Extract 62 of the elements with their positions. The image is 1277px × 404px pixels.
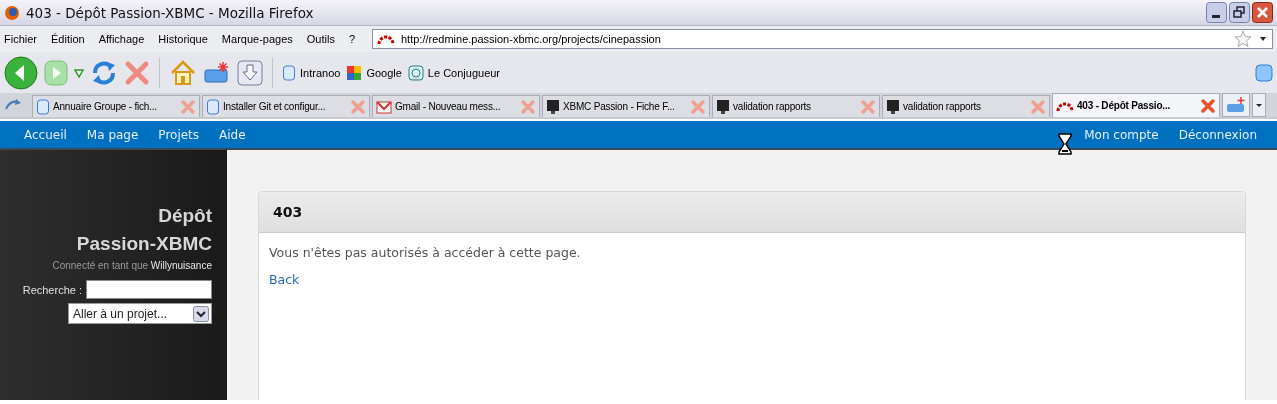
browser-tab[interactable]: 403 - Dépôt Passio... <box>1052 93 1220 117</box>
menu-item[interactable]: Affichage <box>98 33 145 45</box>
caret-icon[interactable] <box>74 67 84 78</box>
home-icon[interactable] <box>169 58 197 87</box>
bookmark-link[interactable]: Google <box>346 64 402 81</box>
url-text: http://redmine.passion-xbmc.org/projects/cinepassion <box>401 33 662 45</box>
monitor-icon <box>546 98 560 115</box>
menu-item[interactable]: Historique <box>158 33 208 45</box>
browser-tab[interactable]: XBMC Passion - Fiche F... <box>542 95 710 117</box>
new-tab-icon[interactable] <box>203 59 231 86</box>
google-icon <box>346 64 363 81</box>
site-title: Dépôt <box>158 204 212 228</box>
minimize-icon[interactable] <box>1206 2 1227 23</box>
back-icon[interactable] <box>4 55 38 90</box>
arc-icon <box>377 33 395 45</box>
bookmark-link[interactable]: Le Conjugueur <box>407 64 501 81</box>
nav-link[interactable]: Accueil <box>14 127 77 142</box>
bookmark-link[interactable]: Intranoo <box>282 64 341 81</box>
window-title: 403 - Dépôt Passion-XBMC - Mozilla Firefox <box>26 4 315 21</box>
firefox-icon <box>4 4 20 21</box>
close-icon[interactable] <box>1252 2 1273 23</box>
page-icon <box>206 98 220 115</box>
nav-link[interactable]: Ma page <box>76 127 149 142</box>
browser-tab[interactable]: validation rapports <box>882 95 1050 117</box>
browser-tab[interactable]: Annuaire Groupe - fich... <box>32 95 200 117</box>
forward-icon[interactable] <box>44 59 68 86</box>
hourglass-cursor-icon <box>1058 133 1072 155</box>
back-link[interactable]: Back <box>269 272 300 287</box>
menu-item[interactable]: ? <box>348 33 356 45</box>
page-icon[interactable] <box>1255 63 1273 82</box>
nav-link[interactable]: Aide <box>209 127 256 142</box>
panel-title: 403 <box>273 204 303 220</box>
reload-icon[interactable] <box>90 58 118 87</box>
monitor-icon <box>886 98 900 115</box>
logged-in-text: Connecté en tant que Willynuisance <box>52 260 212 271</box>
nav-link[interactable]: Déconnexion <box>1168 127 1267 142</box>
dropdown-icon[interactable] <box>193 305 209 322</box>
project-select[interactable]: Aller à un projet... <box>68 303 212 324</box>
error-message: Vous n'êtes pas autorisés à accéder à cette page. <box>269 245 582 260</box>
page-icon <box>36 98 50 115</box>
page-icon <box>282 64 296 81</box>
menu-item[interactable]: Fichier <box>4 33 37 45</box>
nav-link[interactable]: Mon compte <box>1074 127 1169 142</box>
stop-icon[interactable] <box>124 59 150 86</box>
browser-tab[interactable]: Installer Git et configur... <box>202 95 370 117</box>
browser-tab[interactable]: Gmail - Nouveau mess... <box>372 95 540 117</box>
site-title: Passion-XBMC <box>76 232 212 256</box>
book-icon <box>407 64 424 81</box>
envelope-icon <box>376 99 392 114</box>
monitor-icon <box>716 98 730 115</box>
nav-link[interactable]: Projets <box>148 127 210 142</box>
restore-icon[interactable] <box>1229 2 1250 23</box>
menu-item[interactable]: Outils <box>306 33 335 45</box>
star-icon[interactable] <box>1234 30 1252 48</box>
address-field[interactable]: http://redmine.passion-xbmc.org/projects/cinepassion <box>372 29 1273 49</box>
menu-item[interactable]: Édition <box>51 33 85 45</box>
menu-item[interactable]: Marque-pages <box>221 33 293 45</box>
search-field[interactable] <box>86 280 212 299</box>
download-icon[interactable] <box>237 59 263 86</box>
new-tab-icon[interactable] <box>1222 93 1250 117</box>
search-label: Recherche : <box>22 283 82 296</box>
browser-tab[interactable]: validation rapports <box>712 95 880 117</box>
